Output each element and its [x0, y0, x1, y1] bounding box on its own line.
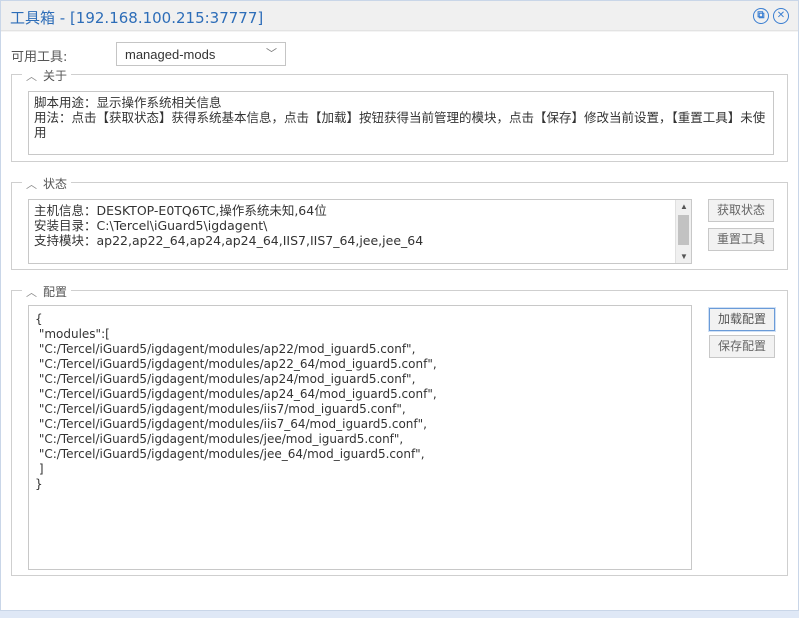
collapse-caret-icon[interactable]: ︿ [26, 176, 37, 192]
config-editor[interactable]: { "modules":[ "C:/Tercel/iGuard5/igdagen… [28, 305, 692, 570]
tool-label: 可用工具: [11, 50, 68, 65]
toolbox-window: 工具箱 - [192.168.100.215:37777] ⧉ ✕ 可用工具: … [0, 0, 799, 611]
scroll-thumb[interactable] [678, 215, 689, 245]
config-legend[interactable]: ︿ 配置 [22, 283, 72, 300]
tool-select[interactable]: managed-mods ﹀ [116, 42, 286, 66]
about-legend[interactable]: ︿ 关于 [22, 67, 72, 84]
load-config-button[interactable]: 加载配置 [709, 308, 775, 331]
reset-tool-button[interactable]: 重置工具 [708, 228, 774, 251]
scroll-down-icon[interactable]: ▼ [680, 252, 688, 261]
status-line-host: 主机信息：DESKTOP-E0TQ6TC,操作系统未知,64位 [34, 203, 327, 218]
status-textarea[interactable]: 主机信息：DESKTOP-E0TQ6TC,操作系统未知,64位 安装目录：C:\… [28, 199, 692, 264]
about-panel: ︿ 关于 脚本用途：显示操作系统相关信息 用法：点击【获取状态】获得系统基本信息，… [11, 67, 788, 162]
status-legend[interactable]: ︿ 状态 [22, 175, 72, 192]
get-status-button[interactable]: 获取状态 [708, 199, 774, 222]
status-scrollbar[interactable]: ▲ ▼ [675, 200, 691, 263]
config-legend-label: 配置 [43, 285, 68, 299]
title-bar: 工具箱 - [192.168.100.215:37777] ⧉ ✕ [1, 1, 798, 31]
status-line-modules: 支持模块：ap22,ap22_64,ap24,ap24_64,IIS7,IIS7… [34, 233, 424, 248]
scroll-up-icon[interactable]: ▲ [680, 202, 688, 211]
status-panel: ︿ 状态 主机信息：DESKTOP-E0TQ6TC,操作系统未知,64位 安装目录… [11, 175, 788, 270]
restore-icon[interactable]: ⧉ [753, 8, 769, 24]
close-icon[interactable]: ✕ [773, 8, 789, 24]
collapse-caret-icon[interactable]: ︿ [26, 284, 37, 300]
status-line-install-dir: 安装目录：C:\Tercel\iGuard5\igdagent\ [34, 218, 268, 233]
collapse-caret-icon[interactable]: ︿ [26, 68, 37, 84]
status-legend-label: 状态 [43, 177, 68, 191]
chevron-down-icon: ﹀ [266, 48, 277, 60]
about-text: 脚本用途：显示操作系统相关信息 用法：点击【获取状态】获得系统基本信息，点击【加… [28, 91, 774, 155]
about-legend-label: 关于 [43, 69, 68, 83]
window-title: 工具箱 - [192.168.100.215:37777] [10, 9, 264, 27]
save-config-button[interactable]: 保存配置 [709, 335, 775, 358]
config-panel: ︿ 配置 { "modules":[ "C:/Tercel/iGuard5/igd… [11, 283, 788, 576]
tool-select-value: managed-mods [125, 47, 216, 62]
footer-bar [0, 611, 799, 618]
window-body: 可用工具: managed-mods ﹀ ︿ 关于 脚本用途：显示操作系统相关信息… [1, 32, 798, 610]
